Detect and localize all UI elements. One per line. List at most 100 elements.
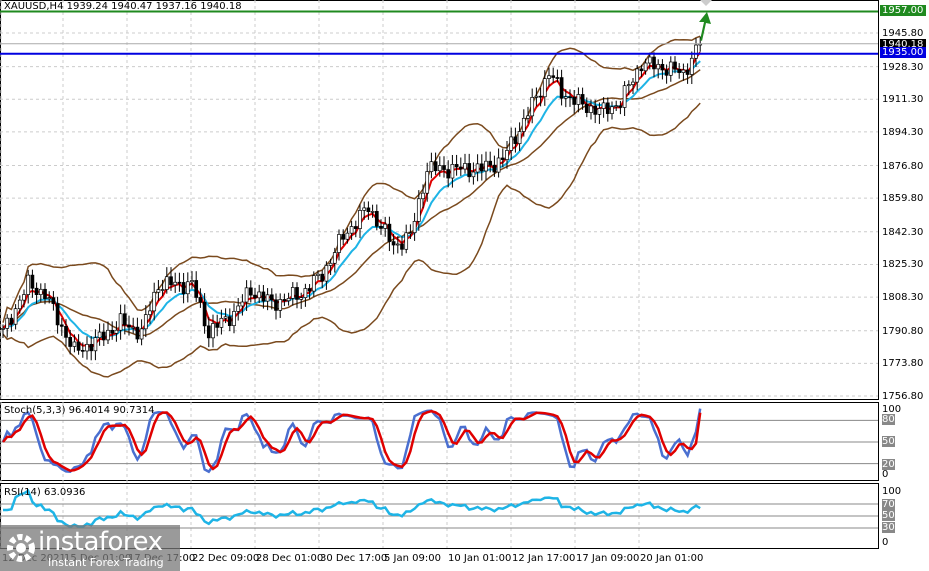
candle-body [379, 225, 383, 229]
candle-body [181, 282, 186, 295]
candle-body [513, 136, 518, 144]
candle-body [185, 281, 190, 295]
candle-body [30, 274, 35, 289]
candle-body [97, 331, 102, 339]
candle-body [689, 57, 694, 75]
stoch-title: Stoch(5,3,3) 96.4014 90.7314 [4, 405, 155, 416]
candle-body [622, 85, 627, 108]
time-label: 5 Jan 09:00 [384, 553, 441, 564]
candle-body [80, 349, 85, 352]
candle-body [408, 232, 413, 235]
candle-body [509, 136, 514, 151]
rsi-line [3, 488, 701, 529]
candle-body [391, 241, 396, 246]
candle-body [643, 62, 648, 72]
candle-body [349, 226, 354, 234]
candle-body [337, 234, 341, 253]
price-label: 1911.30 [882, 94, 924, 106]
candle-body [694, 44, 698, 59]
price-label: 1842.30 [882, 226, 924, 238]
candle-body [618, 105, 623, 108]
candle-body [299, 297, 304, 300]
ma-fast [2, 51, 702, 349]
indicator-level-label: 50 [882, 436, 895, 447]
price-label: 1756.80 [882, 391, 924, 402]
candle-body [387, 223, 392, 242]
logo-name: instaforex [38, 527, 163, 557]
price-label: 1928.30 [882, 61, 924, 73]
candle-body [215, 323, 220, 328]
price-label: 1945.80 [882, 28, 924, 39]
candle-body [219, 317, 224, 328]
candle-body [681, 69, 686, 73]
candle-body [484, 160, 488, 172]
candle-body [656, 63, 661, 70]
candle-body [223, 316, 228, 319]
candle-body [463, 163, 467, 170]
candle-body [471, 171, 476, 178]
candle-body [370, 211, 375, 213]
candle-body [282, 299, 287, 302]
candle-body [290, 287, 295, 299]
price-label: 1876.80 [882, 160, 924, 172]
candle-body [450, 164, 455, 179]
candle-body [530, 97, 535, 117]
candle-body [437, 165, 442, 172]
candle-body [269, 294, 274, 301]
price-label: 1773.80 [882, 358, 924, 370]
candle-body [442, 165, 446, 170]
candle-body [286, 298, 291, 302]
candle-body [307, 288, 312, 292]
candle-body [597, 108, 602, 115]
price-label: 1790.80 [882, 325, 924, 337]
candle-body [488, 160, 493, 166]
candle-body [345, 232, 350, 240]
signal-marker-icon [700, 0, 712, 6]
candle-body [614, 105, 619, 108]
candle-body [320, 273, 325, 282]
candle-body [68, 336, 73, 347]
candle-body [593, 105, 598, 115]
price-label: 1825.30 [882, 259, 924, 271]
candle-body [232, 311, 236, 326]
candle-body [400, 243, 404, 250]
candle-body [521, 117, 526, 132]
candle-body [194, 280, 199, 298]
candle-body [89, 343, 94, 352]
candle-body [303, 288, 308, 299]
candle-body [563, 96, 568, 99]
candle-body [190, 280, 194, 283]
candle-body [244, 287, 249, 303]
candle-body [135, 326, 140, 340]
candle-body [374, 211, 379, 227]
candle-body [127, 324, 131, 328]
candle-body [106, 329, 110, 341]
candle-body [324, 265, 329, 282]
price-label: 1808.30 [882, 292, 924, 304]
chart-canvas[interactable] [0, 0, 929, 571]
candle-body [122, 313, 127, 326]
candle-body [328, 262, 333, 266]
candle-body [13, 308, 18, 325]
candle-body [366, 207, 371, 213]
candle-body [572, 96, 577, 105]
candle-body [664, 69, 669, 76]
candle-body [211, 323, 215, 339]
time-label: 22 Dec 09:00 [192, 553, 260, 564]
candle-body [652, 56, 656, 70]
candle-body [421, 192, 425, 200]
indicator-level-label: 30 [882, 522, 895, 533]
candle-body [265, 294, 270, 302]
candle-body [542, 78, 547, 98]
candle-body [206, 325, 211, 339]
candle-body [601, 102, 606, 109]
indicator-level-label: 70 [882, 499, 895, 510]
candle-body [610, 106, 614, 114]
candle-body [143, 314, 148, 330]
instaforex-logo: instaforex Instant Forex Trading [0, 525, 180, 571]
candle-body [429, 161, 434, 172]
candle-body [240, 301, 245, 307]
candle-body [148, 310, 152, 315]
candle-body [412, 221, 417, 234]
candle-body [496, 157, 501, 173]
